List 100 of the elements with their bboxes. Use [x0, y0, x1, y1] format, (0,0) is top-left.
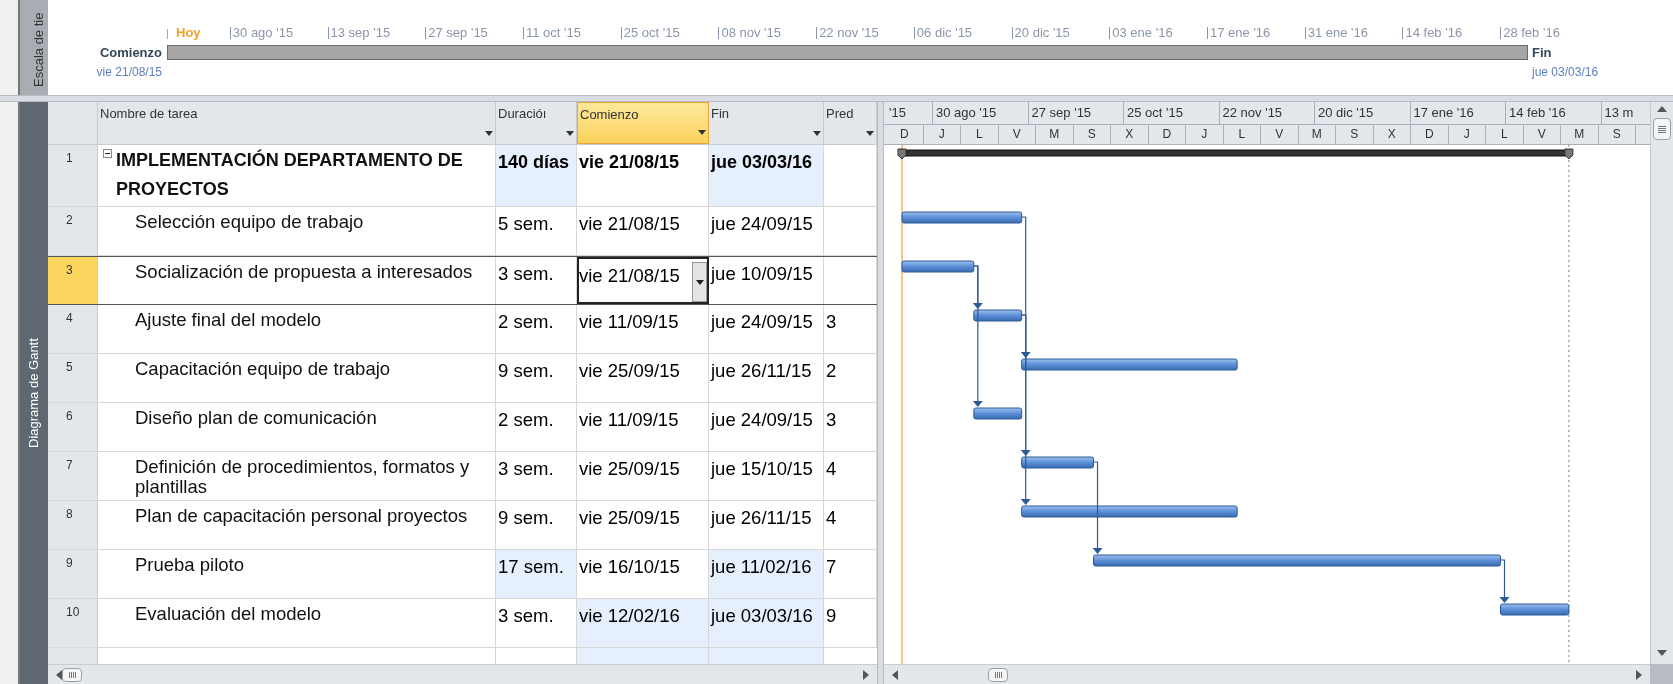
row-header[interactable]: 9 — [48, 550, 98, 598]
tick-label: 28 feb '16 — [1503, 26, 1560, 39]
timescale-label: 27 sep '15 — [1028, 102, 1124, 124]
dropdown-button[interactable] — [692, 262, 707, 302]
scroll-right-arrow[interactable] — [863, 669, 869, 680]
column-header[interactable]: Comienzo — [577, 102, 709, 144]
scroll-left-arrow[interactable] — [892, 669, 898, 680]
column-header[interactable]: Pred — [824, 102, 877, 144]
task-bar[interactable] — [1500, 603, 1570, 616]
row-header[interactable]: 2 — [48, 207, 98, 255]
row-header[interactable]: 4 — [48, 305, 98, 353]
task-name: IMPLEMENTACIÓN DEPARTAMENTO DE PROYECTOS — [116, 148, 464, 201]
horizontal-scrollbar[interactable] — [884, 664, 1650, 684]
timescale-label: L — [961, 125, 999, 144]
timescale-label: 17 ene '16 — [1410, 102, 1506, 124]
dropdown-arrow-icon[interactable] — [813, 131, 821, 136]
timescale-label: 20 dic '15 — [1315, 102, 1411, 124]
tick-mark — [913, 27, 915, 39]
row-header[interactable]: 5 — [48, 354, 98, 402]
dropdown-arrow-icon[interactable] — [698, 130, 706, 135]
table-cell: vie 21/08/15 — [577, 207, 709, 255]
scrollbar-thumb[interactable] — [988, 668, 1008, 682]
tick-label: 17 ene '16 — [1210, 26, 1271, 39]
task-name: Selección equipo de trabajo — [135, 210, 365, 234]
tick-label: 06 dic '15 — [916, 26, 973, 39]
row-header[interactable]: 8 — [48, 501, 98, 549]
horizontal-scrollbar[interactable] — [48, 664, 877, 684]
tick-mark — [1207, 27, 1208, 39]
column-header[interactable]: Nombre de tarea — [98, 102, 496, 144]
task-bar[interactable] — [973, 407, 1023, 420]
task-name: Prueba piloto — [135, 553, 246, 577]
row-header[interactable]: 10 — [48, 599, 98, 647]
timescale-label: J — [923, 125, 961, 144]
column-header[interactable]: Duracióı — [496, 102, 577, 144]
timescale-label: J — [1186, 125, 1224, 144]
task-name: Definición de procedimientos, formatos y plantillas — [135, 455, 471, 499]
scrollbar-thumb[interactable] — [1653, 118, 1671, 140]
table-cell: jue 15/10/15 — [709, 452, 824, 500]
table-cell: 3 sem. — [496, 452, 577, 500]
scroll-down-arrow[interactable] — [1657, 650, 1667, 656]
tick-label: 30 ago '15 — [232, 26, 294, 39]
tick-mark — [425, 27, 427, 39]
table-cell: vie 21/08/15 — [577, 145, 709, 206]
task-bar[interactable] — [1021, 358, 1238, 371]
row-header[interactable]: 3 — [48, 257, 98, 304]
table-cell[interactable]: vie 21/08/15 — [577, 257, 709, 304]
tick-mark — [1500, 27, 1502, 39]
table-cell: 9 sem. — [496, 501, 577, 549]
timescale-label: 22 nov '15 — [1219, 102, 1315, 124]
today-tick — [167, 29, 168, 39]
collapse-icon[interactable] — [102, 149, 112, 158]
column-header[interactable]: Fin — [709, 102, 824, 144]
task-bar[interactable] — [1021, 456, 1094, 469]
view-label[interactable]: Escala de tie — [20, 0, 48, 95]
scroll-up-arrow[interactable] — [1657, 106, 1667, 112]
table-cell: 2 sem. — [496, 305, 577, 353]
table-cell: 17 sem. — [496, 550, 577, 598]
timescale-label: V — [1261, 125, 1299, 144]
dropdown-arrow-icon[interactable] — [485, 131, 493, 136]
timescale-label: S — [1073, 125, 1111, 144]
tick-label: 27 sep '15 — [428, 26, 488, 39]
table-cell: 5 sem. — [496, 207, 577, 255]
task-bar[interactable] — [1021, 505, 1238, 518]
row-header[interactable]: 1 — [48, 145, 98, 206]
timescale-label: D — [1148, 125, 1186, 144]
timescale-label: L — [1223, 125, 1261, 144]
row-header[interactable]: 7 — [48, 452, 98, 500]
tick-label: 08 nov '15 — [721, 26, 781, 39]
finish-label: Fin — [1532, 44, 1552, 62]
timescale-label: '15 — [886, 102, 933, 124]
table-cell: 3 — [824, 305, 877, 353]
vertical-scrollbar[interactable] — [1650, 102, 1673, 664]
task-bar[interactable] — [901, 211, 1023, 224]
dropdown-arrow-icon[interactable] — [866, 131, 874, 136]
table-cell: jue 24/09/15 — [709, 305, 824, 353]
timescale-label: L — [1486, 125, 1524, 144]
summary-bar[interactable] — [897, 148, 1574, 160]
task-bar[interactable] — [973, 309, 1023, 322]
tick-mark — [1011, 27, 1013, 39]
tick-mark — [229, 27, 231, 39]
table-cell: vie 25/09/15 — [577, 452, 709, 500]
tick-label: 31 ene '16 — [1307, 26, 1369, 39]
scroll-left-arrow[interactable] — [56, 669, 62, 680]
task-bar[interactable] — [1093, 554, 1501, 567]
table-cell: jue 26/11/15 — [709, 501, 824, 549]
timescale-label: 25 oct '15 — [1124, 102, 1220, 124]
timescale-label: M — [1036, 125, 1074, 144]
row-header[interactable]: 6 — [48, 403, 98, 451]
table-cell: vie 11/09/15 — [577, 403, 709, 451]
table-cell: vie 12/02/16 — [577, 599, 709, 647]
task-bar[interactable] — [901, 260, 975, 273]
dropdown-arrow-icon[interactable] — [566, 131, 574, 136]
table-cell: 7 — [824, 550, 877, 598]
table-cell: 9 — [824, 599, 877, 647]
scrollbar-thumb[interactable] — [62, 668, 82, 682]
task-name: Socialización de propuesta a interesados — [135, 260, 474, 284]
table-cell: jue 24/09/15 — [709, 403, 824, 451]
scroll-right-arrow[interactable] — [1636, 669, 1642, 680]
table-cell: 4 — [824, 501, 877, 549]
view-label[interactable]: Diagrama de Gantt — [20, 102, 48, 684]
